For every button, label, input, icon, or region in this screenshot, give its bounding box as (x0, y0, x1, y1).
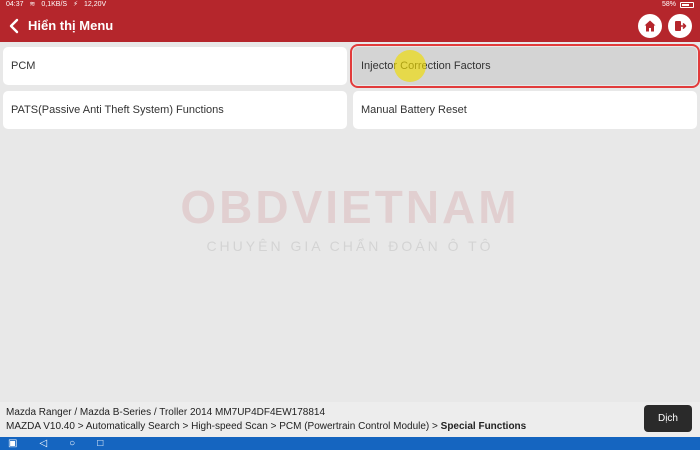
menu-item-pats-functions[interactable]: PATS(Passive Anti Theft System) Function… (3, 91, 347, 129)
page-title: Hiển thị Menu (28, 18, 114, 33)
app-switcher-icon[interactable]: ▣ (8, 437, 17, 450)
status-time: 04:37 (6, 1, 24, 8)
wifi-icon: ≋ (29, 1, 36, 8)
menu-item-label: Injector Correction Factors (361, 60, 491, 72)
status-bar: 04:37 ≋ 0,1KB/S ⚡ 12,20V 58% (0, 0, 700, 9)
status-speed: 0,1KB/S (41, 1, 68, 8)
menu-item-manual-battery-reset[interactable]: Manual Battery Reset (353, 91, 697, 129)
back-button[interactable] (0, 9, 28, 42)
home-nav-icon[interactable]: ○ (69, 437, 75, 450)
watermark: OBDVIETNAM CHUYÊN GIA CHẨN ĐOÁN Ô TÔ (150, 180, 550, 270)
home-icon (644, 20, 656, 31)
exit-button[interactable] (668, 13, 692, 38)
home-button[interactable] (638, 13, 662, 38)
translate-button[interactable]: Dịch (644, 405, 692, 432)
menu-item-label: PATS(Passive Anti Theft System) Function… (11, 104, 224, 116)
status-battery: 58% (661, 1, 676, 8)
back-nav-icon[interactable]: ◁ (39, 437, 47, 450)
breadcrumb-path: MAZDA V10.40 > Automatically Search > Hi… (6, 421, 441, 432)
recents-icon[interactable]: □ (97, 437, 103, 450)
vehicle-info: Mazda Ranger / Mazda B-Series / Troller … (6, 407, 326, 418)
car-battery-icon: ⚡ (73, 1, 79, 8)
menu-item-injector-correction-factors[interactable]: Injector Correction Factors (350, 44, 700, 88)
menu-item-label: Manual Battery Reset (361, 104, 467, 116)
menu-item-pcm[interactable]: PCM (3, 47, 347, 85)
watermark-brand: OBDVIETNAM (180, 181, 520, 233)
chevron-left-icon (9, 18, 19, 33)
exit-icon (675, 20, 687, 31)
footer-info: Mazda Ranger / Mazda B-Series / Troller … (0, 402, 700, 437)
android-nav-bar: ▣ ◁ ○ □ (0, 437, 700, 450)
menu-item-label: PCM (11, 60, 36, 72)
status-voltage: 12,20V (84, 1, 107, 8)
breadcrumb-current: Special Functions (440, 421, 527, 432)
app-header: Hiển thị Menu (0, 9, 700, 42)
menu-grid: PCM Injector Correction Factors PATS(Pas… (3, 44, 700, 129)
battery-icon (680, 1, 694, 8)
breadcrumb: MAZDA V10.40 > Automatically Search > Hi… (6, 420, 694, 434)
watermark-tagline: CHUYÊN GIA CHẨN ĐOÁN Ô TÔ (206, 238, 494, 254)
